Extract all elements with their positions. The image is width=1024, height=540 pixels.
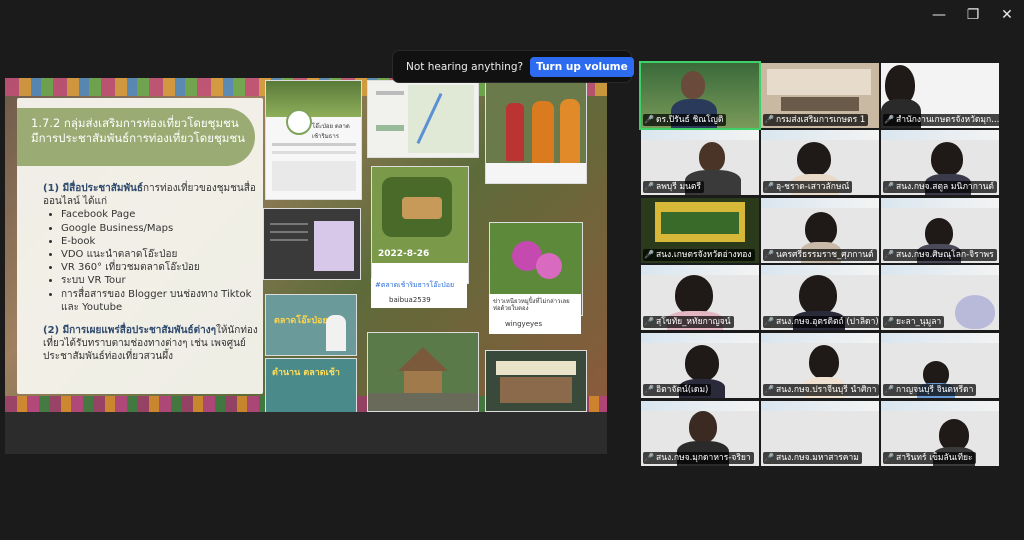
participant-tile[interactable]: 🎤 ลพบุรี มนตรี: [641, 130, 759, 195]
mic-muted-icon: 🎤: [644, 115, 654, 124]
list-item: ระบบ VR Tour: [61, 274, 265, 287]
presentation-slide: 1.7.2 กลุ่มส่งเสริมการท่องเที่ยวโดยชุมชน…: [5, 78, 607, 412]
list-item: VR 360° เที่ยวชมตลาดโอ๊ะป่อย: [61, 261, 265, 274]
participant-tile[interactable]: 🎤 สนง.กษจ.สตูล มนิภากานต์: [881, 130, 999, 195]
participant-name: อุ-ชราด-เสาวลักษณ์: [763, 181, 853, 193]
mic-muted-icon: 🎤: [644, 453, 654, 462]
mic-muted-icon: 🎤: [764, 453, 774, 462]
media-list: Facebook Page Google Business/Maps E-boo…: [43, 208, 265, 314]
mic-muted-icon: 🎤: [884, 250, 894, 259]
market-stall-photo: [367, 332, 479, 412]
banana-leaf-photo: 2022-8-26: [371, 166, 469, 284]
participant-tile[interactable]: 🎤 สนง.กษจ.ปราจีนบุรี นำศิกา: [761, 333, 879, 398]
list-item: Facebook Page: [61, 208, 265, 221]
participant-tile[interactable]: 🎤 สนง.กษจ.อุตรดิตถ์ (ปาลิดา): [761, 265, 879, 330]
turn-up-volume-button[interactable]: Turn up volume: [530, 56, 634, 77]
participant-name: สนง.กษจ.ปราจีนบุรี นำศิกา: [763, 384, 879, 396]
participant-name: สนง.เกษตรจังหวัดอ่างทอง: [643, 249, 755, 261]
participant-name: สนง.กษจ.อุตรดิตถ์ (ปาลิดา): [763, 316, 879, 328]
participant-name: สารินทร์ เข็มลันเทียะ: [883, 452, 976, 464]
minimize-icon[interactable]: —: [922, 0, 956, 30]
close-icon[interactable]: ✕: [990, 0, 1024, 30]
list-item: การสื่อสารของ Blogger บนช่องทาง Tiktok แ…: [61, 288, 265, 314]
participant-tile[interactable]: 🎤 สนง.เกษตรจังหวัดอ่างทอง: [641, 198, 759, 263]
post-username: baibua2539: [389, 296, 431, 304]
participant-tile[interactable]: 🎤 กรมส่งเสริมการเกษตร 1: [761, 63, 879, 128]
mic-muted-icon: 🎤: [644, 250, 654, 259]
audio-notification: Not hearing anything? Turn up volume ×: [393, 51, 653, 82]
mic-muted-icon: 🎤: [764, 250, 774, 259]
shared-screen: 1.7.2 กลุ่มส่งเสริมการท่องเที่ยวโดยชุมชน…: [5, 78, 607, 454]
list-item: VDO แนะนำตลาดโอ๊ะป่อย: [61, 248, 265, 261]
section1-heading: (1) มีสื่อประชาสัมพันธ์: [43, 183, 143, 194]
participant-tile[interactable]: 🎤 สนง.กษจ.ศิษณุโลก-จิราพร: [881, 198, 999, 263]
mic-muted-icon: 🎤: [644, 182, 654, 191]
list-item: Google Business/Maps: [61, 222, 265, 235]
mic-muted-icon: 🎤: [764, 182, 774, 191]
participant-name: สนง.กษจ.ศิษณุโลก-จิราพร: [883, 249, 997, 261]
slide-text-panel: 1.7.2 กลุ่มส่งเสริมการท่องเที่ยวโดยชุมชน…: [17, 98, 263, 394]
participant-name: กาญจนบุรี จินตหรีดา: [883, 384, 977, 396]
mic-muted-icon: 🎤: [884, 385, 894, 394]
facebook-page-title: โอ๊ะป่อย ตลาดเช้าริมธาร: [312, 123, 350, 140]
mic-muted-icon: 🎤: [884, 182, 894, 191]
participant-tile[interactable]: 🎤 ดร.ปิรันธ์ ชิณโญติ: [639, 61, 761, 130]
photo-caption: ตลาดโอ๊ะป่อย: [274, 316, 328, 326]
mic-muted-icon: 🎤: [644, 385, 654, 394]
participant-name: กรมส่งเสริมการเกษตร 1: [763, 114, 869, 126]
ebook-screenshot: [263, 208, 361, 280]
participant-name: สุโขทัย_หทัยกาญจน์: [643, 316, 734, 328]
participant-tile[interactable]: 🎤 อุ-ชราด-เสาวลักษณ์: [761, 130, 879, 195]
photo-date: 2022-8-26: [378, 249, 430, 259]
participant-name: ดร.ปิรันธ์ ชิณโญติ: [643, 114, 727, 126]
list-item: E-book: [61, 235, 265, 248]
participant-tile[interactable]: 🎤 อิตาจัตน์(เดม): [641, 333, 759, 398]
participant-tile[interactable]: 🎤 นครศรีธรรมราช_ศุภกานต์: [761, 198, 879, 263]
participant-tile[interactable]: 🎤 สารินทร์ เข็มลันเทียะ: [881, 401, 999, 466]
participant-name: สนง.กษจ.สตูล มนิภากานต์: [883, 181, 997, 193]
participant-tile[interactable]: 🎤 ยะลา_นุมูลา: [881, 265, 999, 330]
mic-muted-icon: 🎤: [764, 317, 774, 326]
participant-name: นครศรีธรรมราช_ศุภกานต์: [763, 249, 877, 261]
market-shop-photo: [485, 350, 587, 412]
post-username: wingyeyes: [505, 320, 543, 328]
mic-muted-icon: 🎤: [764, 385, 774, 394]
market-legend-thumb: ตำนาน ตลาดเช้า: [265, 358, 357, 412]
post-caption-text: ข่าวเหนียวหมูปิ้งที่ไม่กล่าวเลย ห่อด้วยใ…: [493, 298, 570, 312]
mic-muted-icon: 🎤: [644, 317, 654, 326]
post-caption-1: #ตลาดเช้าริมธารโอ๊ะป่อย baibua2539: [371, 278, 467, 308]
notification-text: Not hearing anything?: [406, 60, 524, 73]
participant-name: สนง.กษจ.มหาสารคาม: [763, 452, 862, 464]
photo-caption: ตำนาน ตลาดเช้า: [272, 368, 340, 378]
participant-tile[interactable]: 🎤 กาญจนบุรี จินตหรีดา: [881, 333, 999, 398]
monks-photo: [485, 80, 587, 184]
mic-muted-icon: 🎤: [884, 115, 894, 124]
shared-screen-footer: [5, 412, 607, 454]
participant-tile[interactable]: 🎤 สนง.กษจ.มุกดาหาร-จริยา: [641, 401, 759, 466]
google-maps-image: [367, 80, 479, 158]
mic-muted-icon: 🎤: [884, 317, 894, 326]
restore-icon[interactable]: ❐: [956, 0, 990, 30]
post-caption-2: ข่าวเหนียวหมูปิ้งที่ไม่กล่าวเลย ห่อด้วยใ…: [489, 294, 581, 334]
participant-tile[interactable]: 🎤 สนง.กษจ.มหาสารคาม: [761, 401, 879, 466]
slide-body: (1) มีสื่อประชาสัมพันธ์การท่องเที่ยวของช…: [43, 182, 265, 364]
participant-grid: 🎤 ดร.ปิรันธ์ ชิณโญติ 🎤 กรมส่งเสริมการเกษ…: [639, 61, 1002, 467]
participant-name: สนง.กษจ.มุกดาหาร-จริยา: [643, 452, 754, 464]
participant-tile[interactable]: 🎤 สุโขทัย_หทัยกาญจน์: [641, 265, 759, 330]
participant-name: สำนักงานเกษตรจังหวัดมุก...: [883, 114, 999, 126]
post-hashtag: #ตลาดเช้าริมธารโอ๊ะป่อย: [375, 281, 455, 289]
participant-tile[interactable]: 🎤 สำนักงานเกษตรจังหวัดมุก...: [881, 63, 999, 128]
mic-muted-icon: 🎤: [884, 453, 894, 462]
window-controls: — ❐ ✕: [922, 0, 1024, 30]
section2-heading: (2) มีการเผยแพร่สื่อประชาสัมพันธ์ต่างๆ: [43, 325, 216, 337]
facebook-page-image: โอ๊ะป่อย ตลาดเช้าริมธาร: [265, 80, 362, 200]
mic-muted-icon: 🎤: [764, 115, 774, 124]
slide-heading: 1.7.2 กลุ่มส่งเสริมการท่องเที่ยวโดยชุมชน…: [31, 116, 245, 145]
slide-heading-banner: 1.7.2 กลุ่มส่งเสริมการท่องเที่ยวโดยชุมชน…: [17, 108, 255, 166]
market-video-thumb: ตลาดโอ๊ะป่อย: [265, 294, 357, 356]
